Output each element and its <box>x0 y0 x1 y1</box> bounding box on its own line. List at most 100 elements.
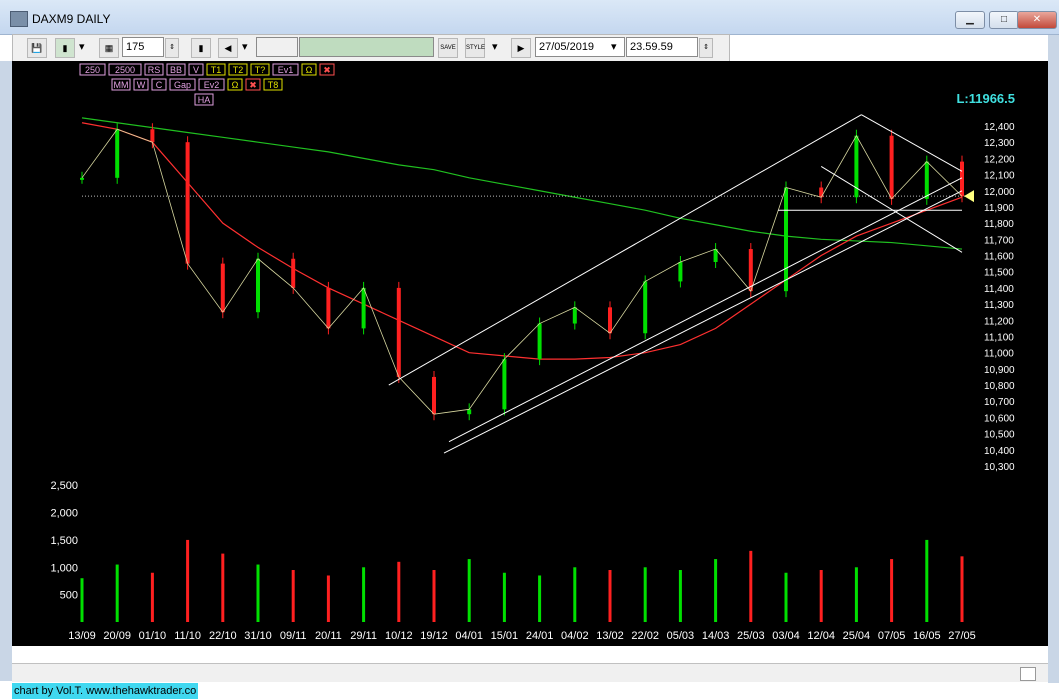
x-tick-label: 29/11 <box>350 630 377 642</box>
toolbar: 💾 ▮ ▾ ▦ 175 ⇕ ▮ ◀ ▾ SAVE STYLE ▾ ▶ 27/05… <box>12 34 730 62</box>
save-icon[interactable]: 💾 <box>27 38 47 58</box>
x-tick-label: 15/01 <box>491 630 519 642</box>
indicator-button-label: V <box>193 65 199 75</box>
price-tick-label: 11,000 <box>984 349 1014 360</box>
x-tick-label: 24/01 <box>526 630 554 642</box>
chart-type-dropdown-icon[interactable]: ▾ <box>79 40 85 60</box>
volume-tick-label: 500 <box>60 590 78 602</box>
play-icon[interactable]: ▶ <box>511 38 531 58</box>
right-frame <box>1048 34 1059 684</box>
maximize-button[interactable]: □ <box>989 11 1019 29</box>
indicator-button-label: T2 <box>233 65 244 75</box>
candle-body <box>256 258 260 313</box>
ma-green-line <box>81 117 963 250</box>
price-tick-label: 11,600 <box>984 252 1014 263</box>
save-style-button[interactable]: SAVE <box>438 38 458 58</box>
indicator-button-label: Ev2 <box>204 80 220 90</box>
scrollbar-thumb[interactable] <box>1020 667 1036 681</box>
indicator-button-label: 250 <box>85 65 100 75</box>
x-tick-label: 14/03 <box>702 630 730 642</box>
volume-bar <box>80 578 84 622</box>
volume-bar <box>186 539 190 622</box>
time-input[interactable]: 23.59.59 <box>626 37 698 57</box>
indicator-button-label: Gap <box>174 80 191 90</box>
style-button[interactable]: STYLE <box>465 38 485 58</box>
volume-bar <box>256 564 260 622</box>
candle-body <box>784 187 788 292</box>
indicator-button-label: T1 <box>211 65 222 75</box>
candle-body <box>748 249 753 292</box>
minimize-button[interactable]: ▁ <box>955 11 985 29</box>
price-tick-label: 10,700 <box>984 397 1015 408</box>
horizontal-scrollbar[interactable] <box>12 663 1048 682</box>
price-chart: 12,400 12,300 12,200 12,100 12,000 11,900 11,8… <box>50 63 1015 642</box>
price-tick-label: 10,900 <box>984 365 1015 376</box>
bar-chart-icon[interactable]: ▮ <box>191 38 211 58</box>
close-button[interactable]: ✕ <box>1017 11 1057 29</box>
volume-bar <box>538 575 542 622</box>
symbol-field[interactable] <box>299 37 434 57</box>
x-tick-label: 25/03 <box>737 630 765 642</box>
indicator-button-label: ✖ <box>323 65 331 75</box>
sound-dropdown-icon[interactable]: ▾ <box>242 40 248 60</box>
calculator-icon[interactable]: ▦ <box>99 38 119 58</box>
volume-tick-label: 2,500 <box>50 480 78 492</box>
volume-bar <box>467 559 471 622</box>
candle-body <box>291 258 296 288</box>
candle-body <box>643 281 648 334</box>
indicator-button-label: W <box>137 80 146 90</box>
wedge-upper-line <box>861 114 963 172</box>
volume-bar <box>714 559 718 622</box>
channel-upper-line <box>388 114 862 386</box>
candle-body <box>819 187 824 198</box>
candle-body <box>924 161 929 199</box>
volume-bar <box>432 570 436 622</box>
style-dropdown-icon[interactable]: ▾ <box>492 40 498 60</box>
x-tick-label: 11/10 <box>174 630 201 642</box>
candle-body <box>185 142 190 264</box>
x-tick-label: 13/02 <box>596 630 624 642</box>
candle-body <box>361 287 366 329</box>
indicator-button-label: Ev1 <box>278 65 294 75</box>
bars-stepper[interactable]: ⇕ <box>165 38 179 58</box>
time-stepper[interactable]: ⇕ <box>699 38 713 58</box>
indicator-button-label: MM <box>114 80 129 90</box>
indicator-button-label: RS <box>148 65 161 75</box>
indicator-button-label: HA <box>198 95 211 105</box>
x-tick-label: 22/10 <box>209 630 237 642</box>
volume-bar <box>890 559 894 622</box>
volume-bar <box>925 539 929 622</box>
volume-bar <box>784 572 788 622</box>
window-titlebar: DAXM9 DAILY ▁ □ ✕ <box>0 0 1059 35</box>
candle-body <box>80 177 84 180</box>
volume-bar <box>150 572 154 622</box>
date-dropdown-icon[interactable]: ▾ <box>611 40 617 60</box>
x-tick-label: 25/04 <box>843 630 871 642</box>
price-tick-label: 12,400 <box>984 122 1015 133</box>
price-tick-label: 12,300 <box>984 138 1015 149</box>
x-tick-label: 03/04 <box>772 630 800 642</box>
channel-lower-line <box>443 190 963 454</box>
x-tick-label: 07/05 <box>878 630 906 642</box>
volume-bar <box>397 561 401 622</box>
volume-bar <box>326 575 330 622</box>
x-tick-label: 20/11 <box>315 630 342 642</box>
sound-icon[interactable]: ◀ <box>218 38 238 58</box>
chart-area: 12,400 12,300 12,200 12,100 12,000 11,900 11,8… <box>12 61 1048 646</box>
x-tick-label: 12/04 <box>807 630 835 642</box>
bars-count-input[interactable]: 175 <box>122 37 164 57</box>
price-tick-label: 11,900 <box>984 203 1014 214</box>
candle-body <box>220 263 225 313</box>
x-tick-label: 10/12 <box>385 630 413 642</box>
volume-bar <box>291 570 295 622</box>
blank-field[interactable] <box>256 37 298 57</box>
last-price-marker <box>964 190 974 203</box>
chart-type-icon[interactable]: ▮ <box>55 38 75 58</box>
indicator-button-label: C <box>156 80 163 90</box>
candle-body <box>115 129 120 178</box>
indicator-button-label: Ω <box>306 65 313 75</box>
candle-body <box>889 135 894 199</box>
volume-tick-label: 2,000 <box>50 508 78 520</box>
price-tick-label: 12,200 <box>984 154 1015 165</box>
credit-label: chart by Vol.T. www.thehawktrader.co <box>12 683 199 699</box>
